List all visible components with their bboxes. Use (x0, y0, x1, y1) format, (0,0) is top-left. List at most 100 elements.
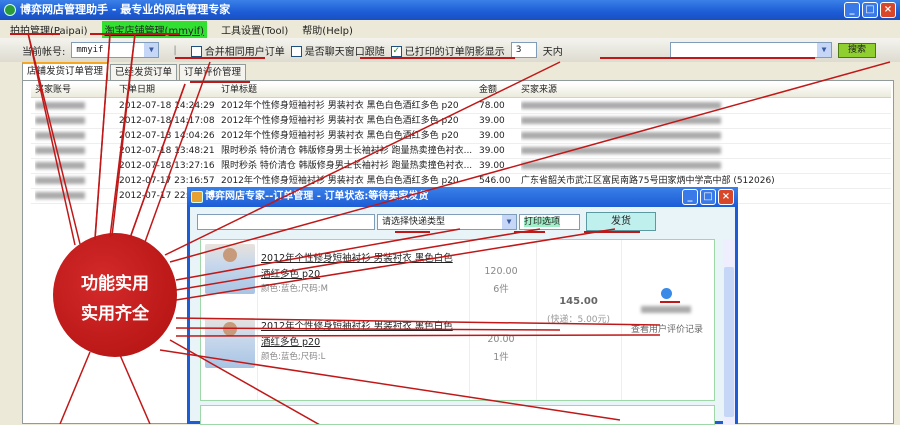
checkbox-icon (290, 46, 302, 57)
order-dialog: 博弈网店专家--订单管理 - 订单状态:等待卖家发货 _ □ × 请选择快递类型 ▼ … (187, 187, 738, 425)
banner-line-2: 实用齐全 (81, 304, 149, 324)
table-row[interactable]: 2012-07-18 14:04:26 2012年个性修身短袖衬衫 男装衬衣 黑色… (31, 129, 891, 144)
tab-shipped-orders[interactable]: 已经发货订单 (110, 64, 178, 80)
cell-buyer (35, 144, 115, 159)
cell-buyer (35, 159, 115, 174)
cell-title: 2012年个性修身短袖衬衫 男装衬衣 黑色白色酒红多色 p20 (221, 101, 459, 111)
ship-button[interactable]: 发货 (586, 212, 656, 231)
header-buyer[interactable]: 买家账号 (35, 83, 115, 98)
cell-buyer (35, 114, 115, 129)
cell-amount: 39.00 (479, 116, 505, 126)
app-titlebar: 博弈网店管理助手 - 最专业的网店管理专家 _ □ × (0, 0, 900, 20)
header-source[interactable]: 买家来源 (521, 83, 891, 98)
minimize-button[interactable]: _ (682, 189, 698, 205)
account-label: 当前帐号: (22, 46, 66, 58)
item-title[interactable]: 2012年个性修身短袖衬衫 男装衬衣 黑色白色 (261, 318, 453, 332)
address-panel (200, 405, 715, 425)
checkbox-icon (190, 46, 202, 57)
days-stepper[interactable]: 3 (510, 42, 537, 58)
express-placeholder: 请选择快递类型 (382, 217, 446, 227)
toolbar: 当前帐号: mmyif ▼ | 合并相同用户订单 是否聊天窗口跟随 ✓ 已打印的订单… (0, 38, 900, 62)
dialog-input[interactable] (197, 214, 375, 230)
cell-amount: 39.00 (479, 146, 505, 156)
order-items-panel: 2012年个性修身短袖衬衫 男装衬衣 黑色白色 酒红多色 p20 颜色:蓝色;尺… (200, 239, 715, 401)
dialog-titlebar: 博弈网店专家--订单管理 - 订单状态:等待卖家发货 _ □ × (187, 187, 738, 207)
header-date[interactable]: 下单日期 (119, 83, 219, 98)
menu-taobao[interactable]: 淘宝店铺管理(mmyif) (101, 20, 208, 38)
menu-tools[interactable]: 工具设置(Tool) (221, 22, 288, 37)
order-total: 145.00 (559, 296, 598, 307)
cell-amount: 78.00 (479, 101, 505, 111)
table-row[interactable]: 2012-07-18 13:48:21 限时秒杀 特价清仓 韩版修身男士长袖衬衫 … (31, 144, 891, 159)
menu-paipai[interactable]: 拍拍管理(Paipai) (10, 22, 88, 37)
item-qty: 6件 (493, 284, 509, 295)
chat-follow-checkbox[interactable]: 是否聊天窗口跟随 (290, 43, 385, 58)
cell-source (521, 159, 891, 174)
banner-line-1: 功能实用 (81, 274, 149, 294)
cell-date: 2012-07-18 13:27:16 (119, 161, 215, 171)
item-title-2[interactable]: 酒红多色 p20 (261, 266, 320, 280)
search-input[interactable]: ▼ (670, 42, 832, 58)
product-image (205, 318, 255, 368)
cell-buyer (35, 174, 115, 189)
cell-date: 2012-07-18 13:48:21 (119, 146, 215, 156)
chevron-down-icon: ▼ (817, 43, 831, 57)
table-row[interactable]: 2012-07-18 14:17:08 2012年个性修身短袖衬衫 男装衬衣 黑色… (31, 114, 891, 129)
cell-amount: 39.00 (479, 161, 505, 171)
express-type-select[interactable]: 请选择快递类型 ▼ (377, 214, 517, 230)
cell-source (521, 144, 891, 159)
cell-date: 2012-07-18 14:04:26 (119, 131, 215, 141)
cell-title: 2012年个性修身短袖衬衫 男装衬衣 黑色白色酒红多色 p20 (221, 116, 459, 126)
cell-date: 2012-07-18 14:24:29 (119, 101, 215, 111)
tab-shop-orders[interactable]: 店铺发货订单管理 (22, 62, 109, 80)
separator: | (173, 44, 177, 56)
order-item: 2012年个性修身短袖衬衫 男装衬衣 黑色白色 酒红多色 p20 颜色:蓝色;尺… (201, 240, 714, 308)
table-header: 买家账号 下单日期 订单标题 金额 买家来源 (31, 83, 891, 98)
app-icon (191, 191, 203, 203)
checkmark-icon: ✓ (390, 46, 402, 57)
account-select[interactable]: mmyif ▼ (71, 42, 160, 58)
chevron-down-icon: ▼ (144, 43, 159, 57)
dialog-scrollbar[interactable] (723, 239, 735, 425)
menu-help[interactable]: 帮助(Help) (302, 22, 353, 37)
product-image (205, 244, 255, 294)
item-qty: 1件 (493, 352, 509, 363)
maximize-button[interactable]: □ (700, 189, 716, 205)
tab-order-reviews[interactable]: 订单评价管理 (179, 64, 247, 80)
cell-title: 限时秒杀 特价清仓 韩版修身男士长袖衬衫 跑量热卖撞色衬衣... (221, 146, 473, 156)
cell-source (521, 99, 891, 114)
item-price: 120.00 (484, 266, 518, 277)
item-title-2[interactable]: 酒红多色 p20 (261, 334, 320, 348)
item-price: 20.00 (487, 334, 515, 345)
view-reviews-link[interactable]: 查看用户评价记录 (621, 322, 713, 335)
cell-buyer (35, 129, 115, 144)
cell-buyer (35, 189, 115, 204)
print-option-value: 打印选项 (524, 217, 561, 227)
shipping-fee: (快递：5.00元) (546, 315, 611, 325)
header-amount[interactable]: 金额 (479, 83, 519, 98)
app-title: 博弈网店管理助手 - 最专业的网店管理专家 (20, 3, 231, 16)
cell-title: 限时秒杀 特价清仓 韩版修身男士长袖衬衫 跑量热卖撞色衬衣... (221, 161, 473, 171)
minimize-button[interactable]: _ (844, 2, 860, 18)
table-row[interactable]: 2012-07-18 13:27:16 限时秒杀 特价清仓 韩版修身男士长袖衬衫 … (31, 159, 891, 174)
print-options-select[interactable]: 打印选项 (519, 214, 580, 230)
item-title[interactable]: 2012年个性修身短袖衬衫 男装衬衣 黑色白色 (261, 250, 453, 264)
cell-date: 2012-07-18 14:17:08 (119, 116, 215, 126)
printed-shadow-checkbox[interactable]: ✓ 已打印的订单阴影显示 (390, 43, 505, 58)
menu-bar: 拍拍管理(Paipai) 淘宝店铺管理(mmyif) 工具设置(Tool) 帮助… (0, 20, 900, 38)
table-row[interactable]: 2012-07-18 14:24:29 2012年个性修身短袖衬衫 男装衬衣 黑色… (31, 99, 891, 114)
merge-orders-checkbox[interactable]: 合并相同用户订单 (190, 43, 285, 58)
close-button[interactable]: × (718, 189, 734, 205)
header-title[interactable]: 订单标题 (221, 83, 481, 98)
maximize-button[interactable]: □ (862, 2, 878, 18)
search-button[interactable]: 搜索 (838, 43, 876, 58)
chat-icon[interactable] (661, 288, 672, 299)
tab-bar: 店铺发货订单管理 已经发货订单 订单评价管理 (22, 62, 247, 80)
chat-follow-label: 是否聊天窗口跟随 (304, 46, 385, 58)
feature-banner: 功能实用 实用齐全 (53, 233, 177, 357)
chevron-down-icon: ▼ (502, 215, 516, 229)
dialog-title: 博弈网店专家--订单管理 - 订单状态:等待卖家发货 (205, 191, 429, 202)
cell-source (521, 129, 891, 144)
close-button[interactable]: × (880, 2, 896, 18)
item-meta: 颜色:蓝色;尺码:L (261, 352, 326, 362)
